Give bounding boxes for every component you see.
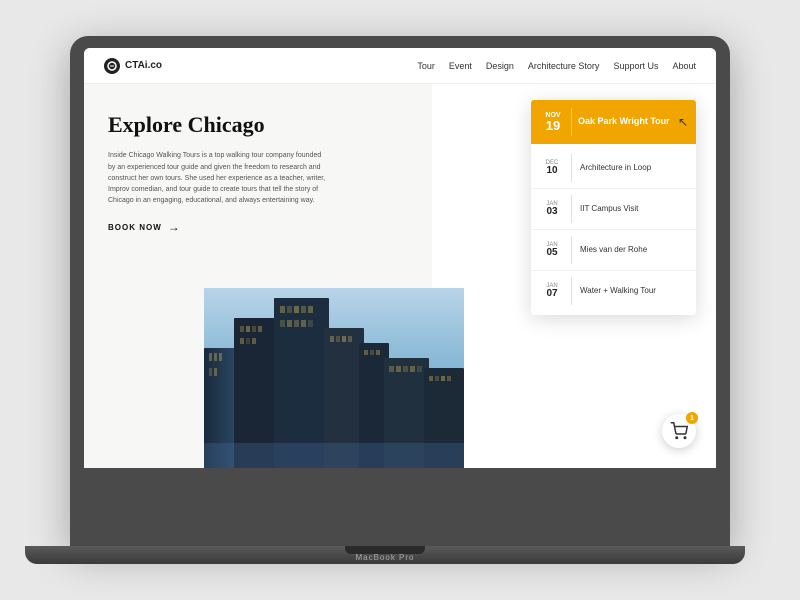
event-title-4: Water + Walking Tour (580, 286, 656, 296)
event-day-3: 05 (546, 248, 557, 258)
event-date-1: Dec 10 (541, 160, 563, 176)
cart-button[interactable]: 1 (662, 414, 696, 448)
event-title-1: Architecture in Loop (580, 163, 651, 173)
hero-section: Explore Chicago Inside Chicago Walking T… (84, 84, 716, 468)
divider-4 (571, 277, 572, 305)
nav-architecture-story[interactable]: Architecture Story (528, 61, 600, 71)
book-now-button[interactable]: BOOK NOW → (108, 220, 408, 234)
event-item[interactable]: Dec 10 Architecture in Loop (531, 148, 696, 189)
divider-3 (571, 236, 572, 264)
buildings-bg (204, 288, 464, 468)
event-date-4: Jan 07 (541, 283, 563, 299)
nav-support-us[interactable]: Support Us (613, 61, 658, 71)
nav-about[interactable]: About (672, 61, 696, 71)
laptop-frame: CTAi.co Tour Event Design Architecture S… (70, 36, 730, 546)
featured-event-title: Oak Park Wright Tour (578, 116, 670, 128)
laptop-base: MacBook Pro (25, 546, 745, 564)
hero-title: Explore Chicago (108, 112, 408, 138)
event-date-3: Jan 05 (541, 242, 563, 258)
divider-1 (571, 154, 572, 182)
featured-event[interactable]: Nov 19 Oak Park Wright Tour ↖ (531, 100, 696, 144)
cart-icon (670, 422, 688, 440)
event-title-2: IIT Campus Visit (580, 204, 638, 214)
logo-icon (104, 58, 120, 74)
site-logo[interactable]: CTAi.co (104, 58, 162, 74)
featured-day: 19 (546, 119, 560, 132)
event-day-4: 07 (546, 289, 557, 299)
event-date-2: Jan 03 (541, 201, 563, 217)
event-list: Dec 10 Architecture in Loop Jan 03 (531, 144, 696, 315)
event-item[interactable]: Jan 07 Water + Walking Tour (531, 271, 696, 311)
laptop-screen: CTAi.co Tour Event Design Architecture S… (84, 48, 716, 468)
nav-event[interactable]: Event (449, 61, 472, 71)
event-item[interactable]: Jan 05 Mies van der Rohe (531, 230, 696, 271)
nav-links: Tour Event Design Architecture Story Sup… (417, 61, 696, 71)
event-day-2: 03 (546, 207, 557, 217)
featured-event-date: Nov 19 (541, 112, 565, 132)
nav-design[interactable]: Design (486, 61, 514, 71)
divider (571, 108, 572, 136)
hero-image (204, 288, 464, 468)
hero-left: Explore Chicago Inside Chicago Walking T… (84, 84, 432, 468)
hero-description: Inside Chicago Walking Tours is a top wa… (108, 150, 328, 206)
cart-badge: 1 (686, 412, 698, 424)
divider-2 (571, 195, 572, 223)
laptop-notch (345, 546, 425, 554)
event-day-1: 10 (546, 166, 557, 176)
nav-tour[interactable]: Tour (417, 61, 435, 71)
event-title-3: Mies van der Rohe (580, 245, 647, 255)
arrow-icon: → (168, 220, 181, 234)
event-item[interactable]: Jan 03 IIT Campus Visit (531, 189, 696, 230)
site-navigation: CTAi.co Tour Event Design Architecture S… (84, 48, 716, 84)
events-panel: Nov 19 Oak Park Wright Tour ↖ Dec 10 (531, 100, 696, 315)
cursor-icon: ↖ (678, 115, 688, 129)
